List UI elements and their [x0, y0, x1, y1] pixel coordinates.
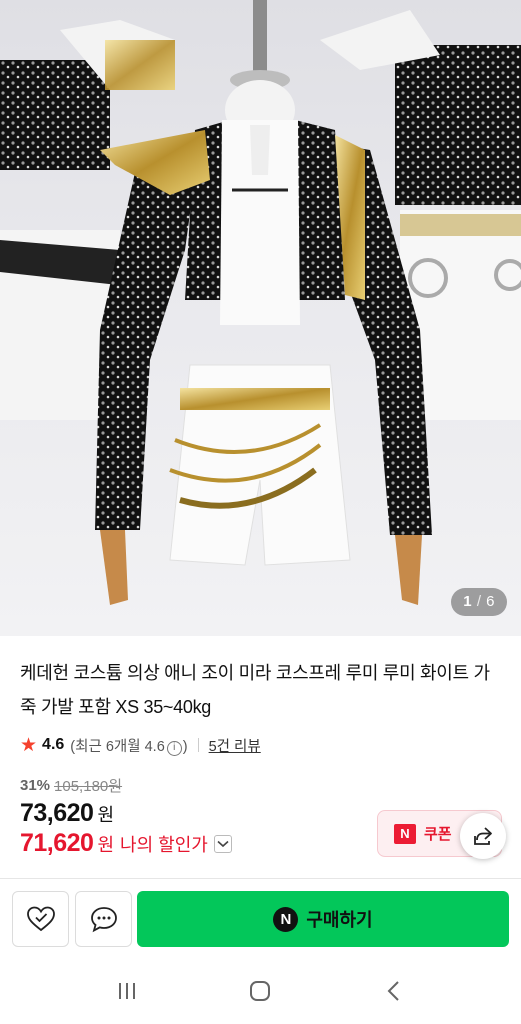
- my-discount-price-row[interactable]: 71,620 원 나의 할인가: [20, 829, 232, 858]
- talk-button[interactable]: [75, 891, 132, 947]
- divider: [197, 738, 199, 752]
- rating-row: ★ 4.6 (최근 6개월 4.6 i) 5건 리뷰: [20, 734, 261, 756]
- info-icon[interactable]: i: [166, 740, 182, 756]
- image-page-counter: 1 / 6: [451, 588, 507, 616]
- coupon-n-badge: N: [394, 823, 416, 844]
- product-title: 케데헌 코스튬 의상 애니 조이 미라 코스프레 루미 루미 화이트 가죽 가발…: [20, 663, 490, 717]
- product-image[interactable]: 1 / 6: [0, 0, 521, 636]
- back-button[interactable]: [374, 971, 414, 1011]
- sale-price: 73,620: [20, 799, 94, 827]
- buy-n-badge: N: [273, 906, 299, 932]
- buy-label: 구매하기: [306, 910, 373, 930]
- discount-rate: 31%: [20, 777, 51, 794]
- recent-rating-suffix: ): [182, 738, 188, 755]
- image-current-page: 1: [463, 593, 473, 610]
- recent-rating-prefix: (최근 6개월 4.6: [70, 738, 165, 755]
- my-discount-price-unit: 원: [97, 834, 115, 855]
- my-discount-label: 나의 할인가: [120, 834, 208, 855]
- chat-bubble-icon: [90, 907, 117, 933]
- share-button[interactable]: [460, 813, 506, 859]
- coupon-label: 쿠폰: [424, 826, 452, 843]
- recents-icon: [118, 983, 135, 999]
- wishlist-button[interactable]: [12, 891, 69, 947]
- recents-button[interactable]: [107, 971, 147, 1011]
- home-button[interactable]: [240, 971, 280, 1011]
- rating-score: 4.6: [42, 736, 65, 753]
- heart-check-icon: [26, 906, 55, 932]
- share-icon: [474, 827, 492, 845]
- home-icon: [250, 981, 271, 1001]
- star-icon: ★: [20, 734, 38, 756]
- review-count-link[interactable]: 5건 리뷰: [209, 735, 261, 756]
- recent-rating[interactable]: (최근 6개월 4.6 i): [70, 735, 188, 756]
- image-total-pages: 6: [486, 593, 495, 610]
- purchase-action-bar: N 구매하기: [0, 878, 521, 958]
- discount-row: 31% 105,180원: [20, 775, 122, 796]
- image-page-separator: /: [476, 593, 482, 610]
- price-row: 73,620 원: [20, 799, 114, 828]
- costume-photo: [0, 0, 521, 605]
- original-price: 105,180원: [54, 778, 123, 795]
- back-icon: [387, 981, 399, 1001]
- my-discount-price: 71,620: [20, 829, 94, 857]
- buy-button[interactable]: N 구매하기: [137, 891, 509, 947]
- sale-price-unit: 원: [97, 805, 115, 825]
- system-navigation-bar: [0, 958, 521, 1024]
- chevron-down-icon[interactable]: [213, 834, 232, 853]
